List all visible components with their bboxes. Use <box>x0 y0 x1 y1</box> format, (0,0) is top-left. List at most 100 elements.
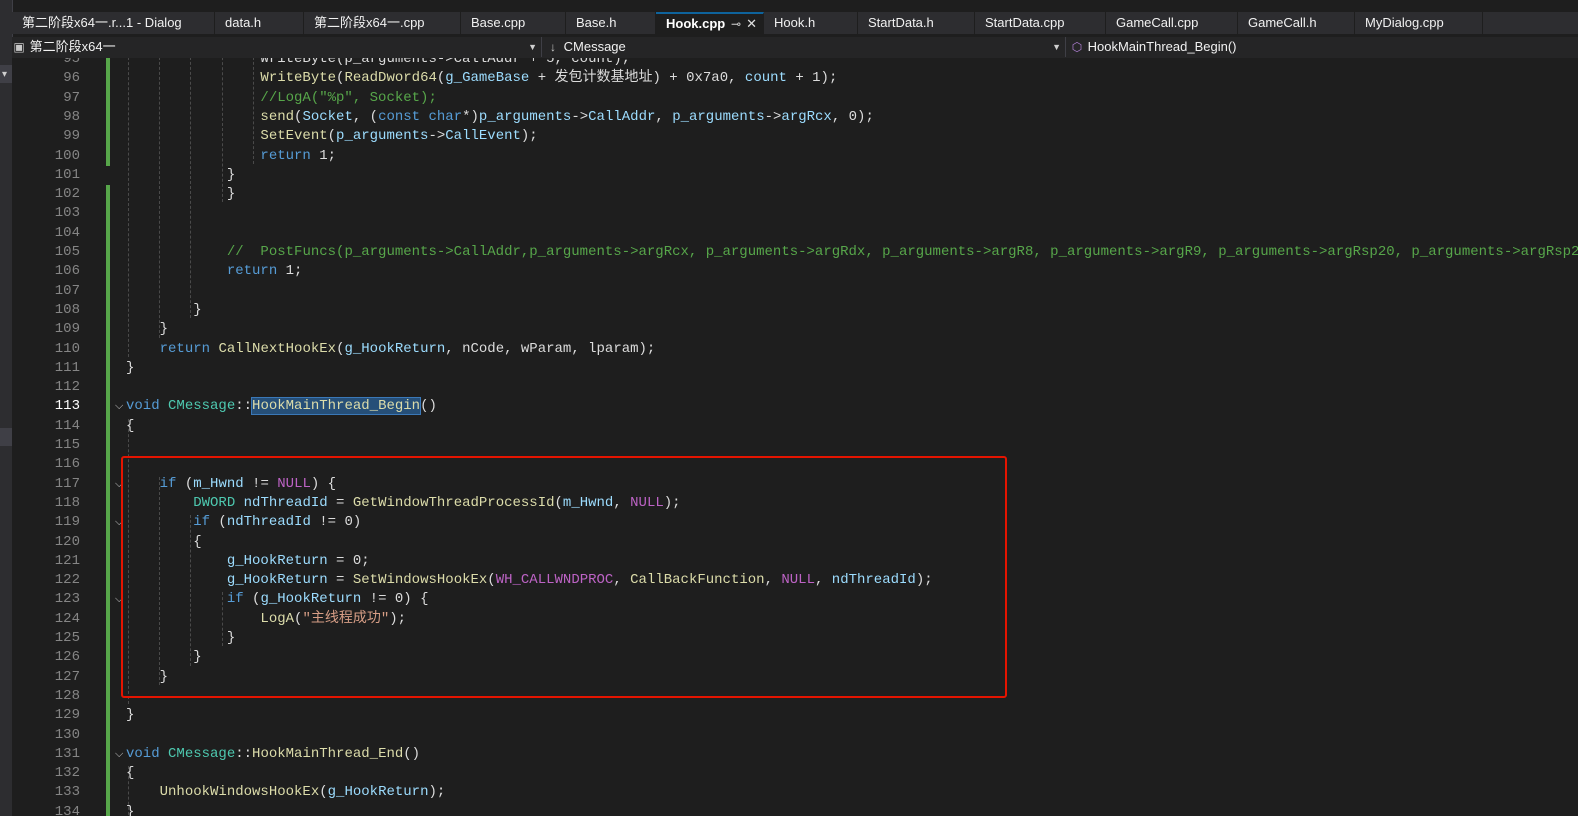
tab-label: MyDialog.cpp <box>1365 15 1444 30</box>
line-number: 109 <box>54 321 80 338</box>
line-number: 101 <box>54 166 80 183</box>
tab-5[interactable]: Hook.cpp ⊸ ✕ <box>656 12 764 34</box>
tab-0[interactable]: 第二阶段x64一.r...1 - Dialog <box>12 12 215 34</box>
code-line: 132 { <box>12 764 1578 783</box>
code-text[interactable]: void CMessage::HookMainThread_End() <box>126 745 420 764</box>
code-line: 104 <box>12 224 1578 243</box>
code-text[interactable]: WriteByte(ReadDword64(g_GameBase + 发包计数基… <box>126 69 837 88</box>
scope-arrow-icon: ↓ <box>550 40 556 54</box>
tab-6[interactable]: Hook.h <box>764 12 858 34</box>
tab-label: 第二阶段x64一.cpp <box>314 15 425 30</box>
fold-chevron-icon[interactable]: ⌵ <box>115 745 123 764</box>
code-editor[interactable]: 95 WriteByte(p_arguments->CallAddr + 5, … <box>12 58 1578 816</box>
fold-chevron-icon[interactable]: ⌵ <box>115 397 123 416</box>
tab-11[interactable]: MyDialog.cpp <box>1355 12 1483 34</box>
code-text[interactable]: } <box>126 166 235 185</box>
change-indicator-bar <box>106 58 110 166</box>
close-icon[interactable]: ✕ <box>746 14 757 34</box>
code-text[interactable]: } <box>126 359 134 378</box>
line-number: 129 <box>54 707 80 724</box>
line-number: 122 <box>54 572 80 589</box>
line-number: 95 <box>63 58 80 67</box>
line-number: 97 <box>63 89 80 106</box>
code-line: 114 { <box>12 417 1578 436</box>
line-number: 96 <box>63 70 80 87</box>
line-number: 108 <box>54 301 80 318</box>
line-number: 117 <box>54 475 80 492</box>
code-text[interactable]: // PostFuncs(p_arguments->CallAddr,p_arg… <box>126 243 1578 262</box>
line-number: 98 <box>63 108 80 125</box>
tab-9[interactable]: GameCall.cpp <box>1106 12 1238 34</box>
code-line: 111} <box>12 359 1578 378</box>
tab-3[interactable]: Base.cpp <box>461 12 566 34</box>
chevron-down-icon[interactable]: ▾ <box>2 69 7 80</box>
tab-7[interactable]: StartData.h <box>858 12 975 34</box>
tab-10[interactable]: GameCall.h <box>1238 12 1355 34</box>
line-number: 124 <box>54 610 80 627</box>
code-line: 106 return 1; <box>12 262 1578 281</box>
pin-icon[interactable]: ⊸ <box>731 14 741 34</box>
code-text[interactable]: return 1; <box>126 262 303 281</box>
code-text[interactable]: } <box>126 706 134 725</box>
code-line: 107 <box>12 282 1578 301</box>
code-text[interactable]: { <box>126 417 134 436</box>
line-number: 111 <box>54 359 80 376</box>
code-text[interactable]: void CMessage::HookMainThread_Begin() <box>126 397 437 416</box>
tab-label: Base.h <box>576 15 617 30</box>
code-text[interactable]: send(Socket, (const char*)p_arguments->C… <box>126 108 873 127</box>
line-number: 103 <box>54 205 80 222</box>
code-text[interactable]: SetEvent(p_arguments->CallEvent); <box>126 127 537 146</box>
code-text[interactable]: //LogA("%p", Socket); <box>126 89 436 108</box>
line-number: 133 <box>54 784 80 801</box>
tab-8[interactable]: StartData.cpp <box>975 12 1106 34</box>
code-line: 105 // PostFuncs(p_arguments->CallAddr,p… <box>12 243 1578 262</box>
method-icon: ⬡ <box>1071 40 1083 54</box>
code-line: 115 <box>12 436 1578 455</box>
line-number: 128 <box>54 687 80 704</box>
code-line: 133 UnhookWindowsHookEx(g_HookReturn); <box>12 783 1578 802</box>
code-text[interactable]: { <box>126 764 134 783</box>
line-number: 123 <box>54 591 80 608</box>
code-text[interactable]: } <box>126 803 134 816</box>
code-line: 102 } <box>12 185 1578 204</box>
line-number: 105 <box>54 244 80 260</box>
tab-label: Hook.h <box>774 15 816 30</box>
code-line: 129} <box>12 706 1578 725</box>
tab-4[interactable]: Base.h <box>566 12 656 34</box>
code-text[interactable]: WriteByte(p_arguments->CallAddr + 5, cou… <box>126 58 630 69</box>
code-line: 134} <box>12 803 1578 816</box>
code-text[interactable]: } <box>126 185 235 204</box>
line-number: 100 <box>54 147 80 164</box>
line-number: 112 <box>54 379 80 396</box>
change-indicator-bar <box>106 185 110 816</box>
code-text[interactable]: } <box>126 320 168 339</box>
code-text[interactable]: } <box>126 301 201 320</box>
line-number: 120 <box>54 533 80 550</box>
line-number: 110 <box>54 340 80 357</box>
code-line: 98 send(Socket, (const char*)p_arguments… <box>12 108 1578 127</box>
line-number: 107 <box>54 282 80 299</box>
tab-label: GameCall.h <box>1248 15 1317 30</box>
line-number: 134 <box>54 803 80 816</box>
code-text[interactable]: return CallNextHookEx(g_HookReturn, nCod… <box>126 340 656 359</box>
document-tab-bar: 第二阶段x64一.r...1 - Dialog data.h 第二阶段x64一.cp… <box>12 12 1578 34</box>
toolwindow-tab[interactable] <box>0 428 12 446</box>
code-line: 112 <box>12 378 1578 397</box>
tab-2[interactable]: 第二阶段x64一.cpp <box>304 12 461 34</box>
line-number: 106 <box>54 263 80 280</box>
project-dropdown[interactable]: ▣ 第二阶段x64一 ▼ <box>12 37 542 57</box>
chevron-down-icon: ▼ <box>1052 42 1061 52</box>
scope-dropdown[interactable]: ↓ CMessage ▼ <box>546 37 1066 57</box>
tab-1[interactable]: data.h <box>215 12 304 34</box>
line-number: 118 <box>54 494 80 511</box>
code-line: 100 return 1; <box>12 147 1578 166</box>
code-text[interactable]: return 1; <box>126 147 336 166</box>
member-dropdown[interactable]: ⬡ HookMainThread_Begin() <box>1070 37 1578 57</box>
code-line: 96 WriteByte(ReadDword64(g_GameBase + 发包… <box>12 69 1578 88</box>
code-line: 95 WriteByte(p_arguments->CallAddr + 5, … <box>12 58 1578 69</box>
line-number: 99 <box>63 128 80 145</box>
code-line: 131 void CMessage::HookMainThread_End() ⌵ <box>12 745 1578 764</box>
member-label: HookMainThread_Begin() <box>1087 39 1237 54</box>
code-text[interactable]: UnhookWindowsHookEx(g_HookReturn); <box>126 783 446 802</box>
tab-label: 第二阶段x64一.r...1 - Dialog <box>22 15 182 30</box>
